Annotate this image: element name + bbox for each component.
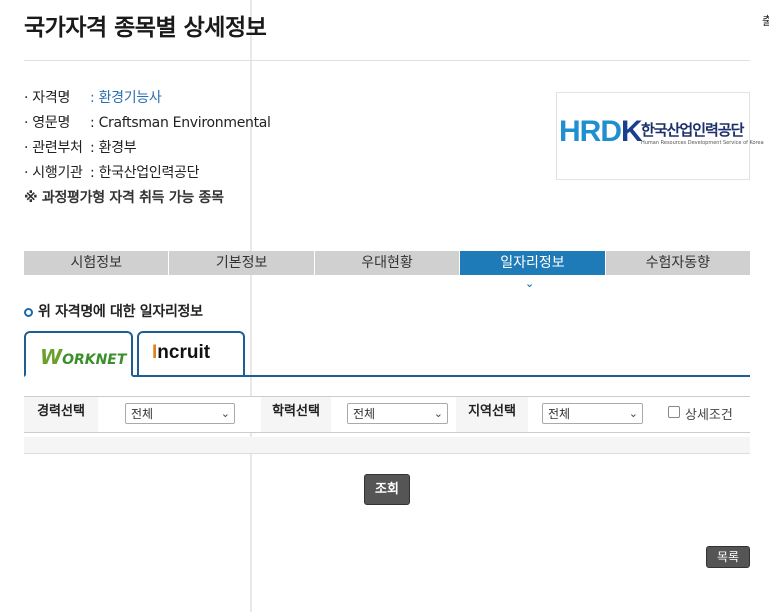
info-label: · 관련부처: [24, 140, 83, 156]
page-title: 국가자격 종목별 상세정보: [24, 15, 267, 41]
worknet-logo: WORKNET: [40, 345, 126, 369]
region-select[interactable]: 전체 ⌄: [542, 403, 643, 424]
logo-mark-suffix: K: [621, 115, 643, 148]
info-row-ministry: · 관련부처 : 환경부: [24, 136, 271, 161]
logo-english-name: Human Resources Development Service of K…: [641, 140, 764, 146]
logo-korean-name: 한국산업인력공단: [641, 121, 744, 139]
worknet-logo-initial: W: [40, 345, 63, 369]
career-filter-label: 경력선택: [24, 397, 98, 432]
qualification-info: · 자격명 : 환경기능사 · 영문명 : Craftsman Environmen…: [24, 86, 271, 211]
incruit-logo-text: ncruit: [157, 342, 211, 363]
incruit-tab[interactable]: Incruit: [137, 331, 245, 377]
worknet-logo-text: ORKNET: [62, 352, 127, 368]
search-button[interactable]: 조회: [364, 474, 410, 505]
qualification-name-link[interactable]: : 환경기능사: [90, 90, 162, 106]
info-row-name: · 자격명 : 환경기능사: [24, 86, 271, 111]
tab-exam-info[interactable]: 시험정보: [24, 251, 170, 275]
list-button[interactable]: 목록: [706, 546, 750, 568]
chevron-down-icon: ⌄: [433, 407, 443, 420]
info-row-english: · 영문명 : Craftsman Environmental: [24, 111, 271, 136]
logo-mark-prefix: HRD: [559, 115, 622, 148]
career-select[interactable]: 전체 ⌄: [125, 403, 235, 424]
worknet-tab[interactable]: WORKNET: [24, 331, 133, 377]
chevron-down-icon: ⌄: [628, 407, 638, 420]
tab-applicant-trends[interactable]: 수험자동향: [605, 251, 751, 275]
tab-job-info[interactable]: 일자리정보: [460, 251, 606, 275]
detail-condition-checkbox[interactable]: [668, 406, 680, 418]
circle-bullet-icon: [24, 307, 33, 317]
info-label: · 영문명: [24, 115, 71, 131]
incruit-logo: Incruit: [152, 342, 210, 364]
cut-off-text: 출: [762, 14, 769, 28]
education-filter-label: 학력선택: [261, 397, 331, 432]
region-filter-label: 지역선택: [456, 397, 528, 432]
info-value: : Craftsman Environmental: [90, 115, 271, 131]
career-select-value: 전체: [131, 407, 154, 421]
chevron-down-icon: ⌄: [220, 407, 230, 420]
section-title: 위 자격명에 대한 일자리정보: [24, 301, 203, 321]
info-value: : 한국산업인력공단: [90, 165, 200, 181]
info-tabs: 시험정보 기본정보 우대현황 일자리정보 수험자동향: [24, 251, 751, 275]
tab-basic-info[interactable]: 기본정보: [169, 251, 315, 275]
info-label: · 시행기관: [24, 165, 83, 181]
result-area: [24, 437, 750, 454]
course-note: ※ 과정평가형 자격 취득 가능 종목: [24, 190, 224, 206]
tab-benefits[interactable]: 우대현황: [314, 251, 461, 275]
region-select-value: 전체: [548, 407, 571, 421]
education-select[interactable]: 전체 ⌄: [347, 403, 448, 424]
title-divider: [24, 60, 750, 61]
detail-condition-label[interactable]: 상세조건: [685, 404, 733, 423]
info-row-agency: · 시행기관 : 한국산업인력공단: [24, 161, 271, 186]
hrdk-logo-mark: HRDK: [559, 115, 643, 149]
hrdk-logo: HRDK 한국산업인력공단 Human Resources Developmen…: [556, 92, 764, 180]
section-title-text: 위 자격명에 대한 일자리정보: [38, 304, 203, 320]
education-select-value: 전체: [353, 407, 376, 421]
info-value: : 환경부: [90, 140, 137, 156]
chevron-down-icon: ⌄: [525, 277, 535, 290]
job-filter-bar: 경력선택 전체 ⌄ 학력선택 전체 ⌄ 지역선택 전체 ⌄ 상세조건: [24, 396, 750, 433]
info-label: · 자격명: [24, 90, 71, 106]
